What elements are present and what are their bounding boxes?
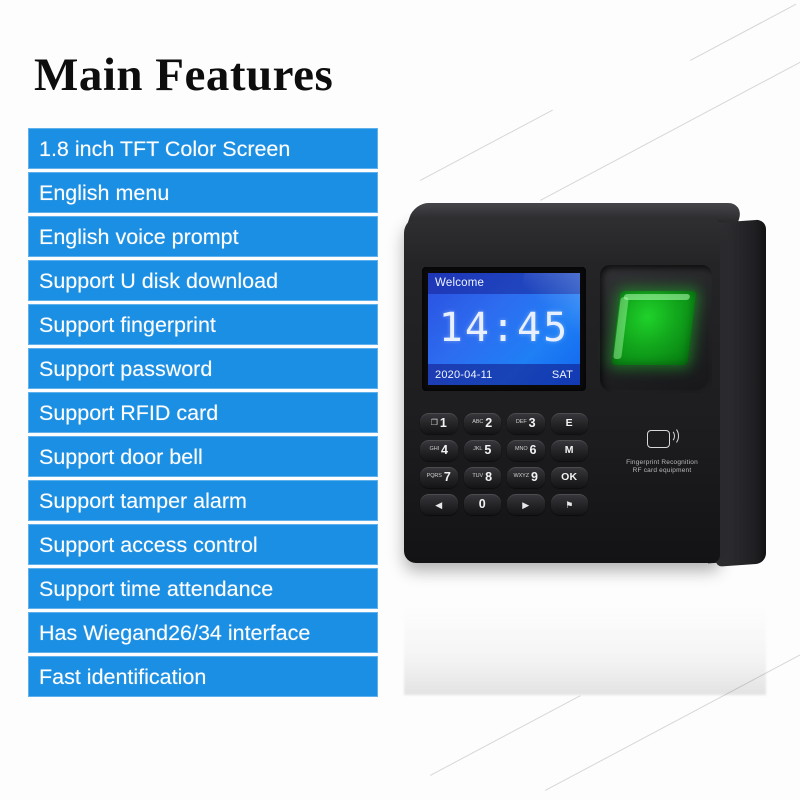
page-title: Main Features (34, 49, 334, 101)
doorbell-icon: ⚑ (565, 499, 574, 510)
feature-label: English voice prompt (39, 224, 239, 249)
feature-label: 1.8 inch TFT Color Screen (39, 136, 291, 161)
feature-label: English menu (39, 180, 170, 205)
feature-label: Support password (39, 356, 213, 381)
feature-label: Support RFID card (39, 400, 219, 425)
feature-item: Support fingerprint (28, 304, 378, 345)
feature-item: English voice prompt (28, 216, 378, 257)
lcd-welcome-text: Welcome (435, 277, 485, 289)
keypad[interactable]: ❐ 1 ABC 2 DEF 3 E GHI 4 JKL 5 MNO 6 M PQRS 7 TUV 8 WXYZ 9 OK… (420, 413, 588, 521)
key-function-label: E (565, 417, 573, 429)
lcd-bezel: Welcome 14:45 2020-04-11 SAT (422, 267, 586, 391)
keypad-row: PQRS 7 TUV 8 WXYZ 9 OK (420, 467, 588, 488)
keypad-key-m[interactable]: M (550, 440, 588, 461)
key-function-label: M (564, 444, 574, 456)
arrow-left-icon: ◀ (435, 499, 443, 510)
keypad-key-ok[interactable]: OK (550, 467, 588, 488)
feature-item: English menu (28, 172, 378, 213)
feature-label: Support access control (39, 532, 258, 557)
lcd-footer-bar: 2020-04-11 SAT (428, 364, 580, 385)
fingerprint-scanner-icon[interactable] (611, 291, 697, 365)
rfid-label-line1: Fingerprint Recognition (626, 459, 698, 466)
lcd-weekday: SAT (551, 368, 573, 381)
keypad-key-9[interactable]: WXYZ 9 (507, 467, 545, 488)
feature-item: Support RFID card (28, 392, 378, 433)
device-reflection (404, 575, 766, 695)
keypad-row: ❐ 1 ABC 2 DEF 3 E (420, 413, 588, 434)
key-digit: 5 (484, 443, 492, 457)
key-digit: 6 (529, 443, 537, 457)
rfid-reader-area[interactable]: Fingerprint Recognition RF card equipmen… (610, 427, 714, 475)
lcd-header-bar: Welcome (428, 273, 580, 294)
key-letters: JKL (473, 445, 483, 452)
rfid-card-wave-icon (647, 427, 679, 449)
feature-label: Fast identification (39, 664, 207, 689)
keypad-key-1[interactable]: ❐ 1 (420, 413, 458, 434)
feature-item: Support access control (28, 524, 378, 565)
decorative-diagonal-line (430, 695, 581, 776)
keypad-key-7[interactable]: PQRS 7 (420, 467, 458, 488)
key-digit: 7 (443, 470, 451, 484)
feature-item: Support tamper alarm (28, 480, 378, 521)
keypad-key-8[interactable]: TUV 8 (463, 467, 501, 488)
menu-page-icon: ❐ (430, 418, 438, 427)
keypad-row: ◀ 0 ▶ ⚑ (420, 494, 588, 515)
decorative-diagonal-line (420, 109, 553, 181)
device-illustration: Welcome 14:45 2020-04-11 SAT ❐ 1 ABC 2 DEF 3 E… (404, 203, 766, 575)
key-digit: 1 (439, 416, 447, 430)
lcd-screen: Welcome 14:45 2020-04-11 SAT (428, 273, 580, 385)
keypad-key-e[interactable]: E (550, 413, 588, 434)
fingerprint-sensor-well[interactable] (600, 265, 712, 393)
key-letters: DEF (515, 418, 527, 425)
key-letters: WXYZ (513, 472, 530, 479)
keypad-row: GHI 4 JKL 5 MNO 6 M (420, 440, 588, 461)
arrow-right-icon: ▶ (522, 499, 530, 510)
feature-label: Support door bell (39, 444, 203, 469)
feature-label: Support fingerprint (39, 312, 216, 337)
feature-label: Support U disk download (39, 268, 279, 293)
device-right-panel (716, 219, 766, 567)
keypad-key-2[interactable]: ABC 2 (463, 413, 501, 434)
key-function-label: OK (561, 471, 578, 483)
rfid-label-line2: RF card equipment (632, 467, 692, 474)
key-digit: 4 (441, 443, 448, 457)
lcd-clock: 14:45 (438, 305, 570, 351)
key-letters: PQRS (426, 472, 442, 479)
device-front-panel: Welcome 14:45 2020-04-11 SAT ❐ 1 ABC 2 DEF 3 E… (404, 217, 720, 563)
product-feature-graphic: Main Features 1.8 inch TFT Color Screen E… (0, 0, 800, 800)
key-letters: GHI (429, 445, 440, 452)
key-letters: MNO (515, 445, 528, 452)
keypad-key-3[interactable]: DEF 3 (507, 413, 545, 434)
feature-item: 1.8 inch TFT Color Screen (28, 128, 378, 169)
feature-item: Fast identification (28, 656, 378, 697)
feature-item: Support time attendance (28, 568, 378, 609)
key-digit: 3 (528, 416, 536, 430)
decorative-diagonal-line (690, 3, 797, 61)
key-digit: 9 (531, 470, 538, 484)
keypad-key-4[interactable]: GHI 4 (420, 440, 458, 461)
keypad-arrow-right[interactable]: ▶ (507, 494, 545, 515)
feature-item: Has Wiegand26/34 interface (28, 612, 378, 653)
key-digit: 2 (485, 416, 493, 430)
key-letters: ABC (472, 418, 484, 425)
keypad-key-5[interactable]: JKL 5 (463, 440, 501, 461)
lcd-date: 2020-04-11 (435, 368, 493, 381)
feature-item: Support password (28, 348, 378, 389)
keypad-doorbell[interactable]: ⚑ (550, 494, 588, 515)
feature-label: Has Wiegand26/34 interface (39, 620, 311, 645)
key-digit: 8 (485, 470, 493, 484)
keypad-arrow-left[interactable]: ◀ (420, 494, 458, 515)
feature-item: Support door bell (28, 436, 378, 477)
key-digit: 0 (478, 497, 486, 511)
feature-list: 1.8 inch TFT Color Screen English menu Eng… (28, 128, 378, 700)
decorative-diagonal-line (540, 59, 800, 201)
feature-label: Support tamper alarm (39, 488, 247, 513)
keypad-key-6[interactable]: MNO 6 (507, 440, 545, 461)
key-letters: TUV (472, 472, 484, 479)
keypad-key-0[interactable]: 0 (463, 494, 501, 515)
feature-item: Support U disk download (28, 260, 378, 301)
feature-label: Support time attendance (39, 576, 274, 601)
